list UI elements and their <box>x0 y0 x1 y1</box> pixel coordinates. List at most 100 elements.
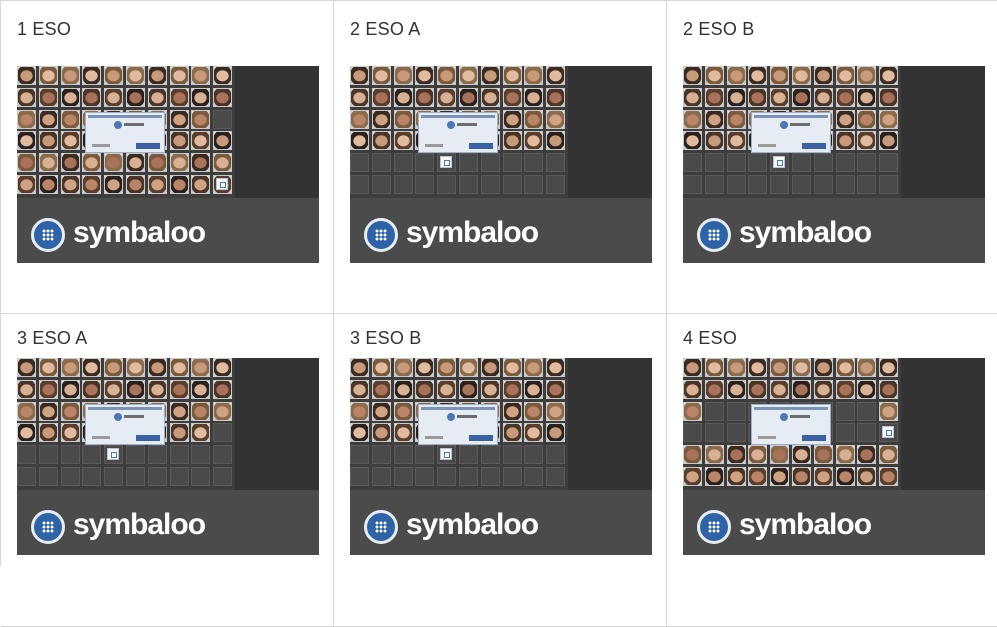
student-photo-tile <box>546 380 565 399</box>
student-photo-tile <box>481 380 500 399</box>
student-photo-tile <box>415 88 434 107</box>
group-card-2-eso-b[interactable]: 2 ESO B symbaloo <box>667 1 997 314</box>
student-photo-tile <box>213 358 232 377</box>
student-photo-tile <box>394 380 413 399</box>
group-title: 2 ESO A <box>350 19 421 39</box>
webmix-thumbnail[interactable]: symbaloo <box>683 358 985 555</box>
thumbnail-banner: symbaloo <box>683 490 985 555</box>
student-photo-tile <box>39 423 58 442</box>
empty-tile <box>836 153 855 172</box>
student-photo-tile <box>394 131 413 150</box>
student-photo-tile <box>792 380 811 399</box>
empty-tile <box>459 175 478 194</box>
student-photo-tile <box>481 88 500 107</box>
student-photo-tile <box>61 66 80 85</box>
empty-tile <box>39 445 58 464</box>
empty-tile <box>437 467 456 486</box>
student-photo-tile <box>524 88 543 107</box>
webmix-thumbnail[interactable]: symbaloo <box>17 358 319 555</box>
student-photo-tile <box>17 402 36 421</box>
student-photo-tile <box>546 358 565 377</box>
symbaloo-logo-text: symbaloo <box>406 508 539 541</box>
student-photo-tile <box>857 66 876 85</box>
group-title: 1 ESO <box>17 19 72 39</box>
student-photo-tile <box>191 131 210 150</box>
student-photo-tile <box>792 66 811 85</box>
symbaloo-logo-icon <box>697 218 731 252</box>
student-photo-tile <box>727 88 746 107</box>
empty-tile <box>503 153 522 172</box>
empty-tile <box>683 175 702 194</box>
student-photo-tile <box>39 110 58 129</box>
student-photo-tile <box>683 131 702 150</box>
student-photo-tile <box>705 88 724 107</box>
student-photo-tile <box>503 66 522 85</box>
webmix-thumbnail[interactable]: symbaloo <box>683 66 985 263</box>
empty-tile <box>857 153 876 172</box>
login-dialog-thumbnail <box>418 404 498 445</box>
student-photo-tile <box>61 88 80 107</box>
group-card-3-eso-a[interactable]: 3 ESO A symbaloo <box>1 314 334 627</box>
student-photo-tile <box>372 131 391 150</box>
group-card-3-eso-b[interactable]: 3 ESO B symbaloo <box>334 314 667 627</box>
webmix-thumbnail[interactable]: symbaloo <box>350 66 652 263</box>
student-photo-tile <box>39 175 58 194</box>
student-photo-tile <box>705 66 724 85</box>
student-photo-tile <box>170 153 189 172</box>
student-photo-tile <box>857 131 876 150</box>
empty-tile <box>524 175 543 194</box>
student-photo-tile <box>82 175 101 194</box>
student-photo-tile <box>459 66 478 85</box>
student-photo-tile <box>503 131 522 150</box>
student-photo-tile <box>437 88 456 107</box>
photo-grid <box>17 66 235 198</box>
login-dialog-thumbnail <box>418 112 498 153</box>
empty-tile <box>61 445 80 464</box>
student-photo-tile <box>350 88 369 107</box>
symbaloo-logo-icon <box>364 218 398 252</box>
student-photo-tile <box>126 175 145 194</box>
student-photo-tile <box>792 88 811 107</box>
empty-tile <box>836 175 855 194</box>
login-dialog-thumbnail <box>85 404 165 445</box>
group-card-4-eso[interactable]: 4 ESO symbaloo <box>667 314 997 627</box>
student-photo-tile <box>546 131 565 150</box>
student-photo-tile <box>61 110 80 129</box>
symbaloo-logo-icon <box>364 510 398 544</box>
empty-tile <box>836 402 855 421</box>
student-photo-tile <box>148 380 167 399</box>
student-photo-tile <box>170 402 189 421</box>
empty-tile <box>546 175 565 194</box>
student-photo-tile <box>524 131 543 150</box>
symbaloo-logo-text: symbaloo <box>406 216 539 249</box>
empty-tile <box>814 153 833 172</box>
group-title: 3 ESO A <box>17 328 88 348</box>
student-photo-tile <box>372 110 391 129</box>
student-photo-tile <box>104 380 123 399</box>
student-photo-tile <box>394 110 413 129</box>
student-photo-tile <box>170 380 189 399</box>
group-card-2-eso-a[interactable]: 2 ESO A symbaloo <box>334 1 667 314</box>
student-photo-tile <box>503 423 522 442</box>
webmix-thumbnail[interactable]: symbaloo <box>17 66 319 263</box>
empty-tile <box>503 445 522 464</box>
empty-tile <box>727 423 746 442</box>
student-photo-tile <box>836 358 855 377</box>
student-photo-tile <box>683 66 702 85</box>
symbaloo-logo-text: symbaloo <box>739 216 872 249</box>
webmix-thumbnail[interactable]: symbaloo <box>350 358 652 555</box>
student-photo-tile <box>61 358 80 377</box>
group-card-1-eso[interactable]: 1 ESO symbaloo <box>1 1 334 314</box>
empty-tile <box>372 175 391 194</box>
student-photo-tile <box>170 131 189 150</box>
student-photo-tile <box>770 66 789 85</box>
student-photo-tile <box>836 445 855 464</box>
student-photo-tile <box>524 66 543 85</box>
student-photo-tile <box>61 153 80 172</box>
student-photo-tile <box>524 110 543 129</box>
student-photo-tile <box>148 358 167 377</box>
student-photo-tile <box>191 380 210 399</box>
empty-tile <box>213 110 232 129</box>
student-photo-tile <box>148 88 167 107</box>
student-photo-tile <box>350 110 369 129</box>
